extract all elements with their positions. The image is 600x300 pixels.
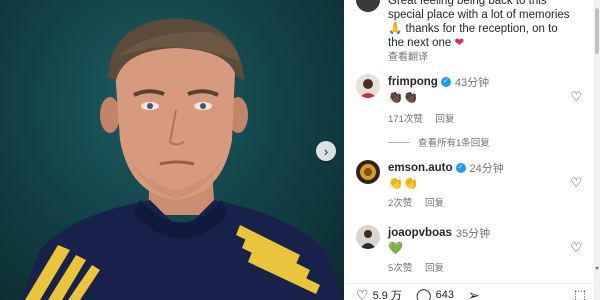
comment-likes-count[interactable]: 2次赞	[388, 198, 412, 209]
post-actions-bar: ♡ 5.9 万 ◯ 643 ➢	[356, 287, 480, 300]
heart-outline-icon[interactable]: ♡	[356, 288, 369, 300]
scrollbar[interactable]	[594, 0, 600, 300]
comment-text: 👏👏	[388, 176, 418, 190]
comment-username[interactable]: emson.auto	[388, 162, 453, 174]
avatar[interactable]	[356, 74, 380, 98]
scrollbar-thumb[interactable]	[595, 8, 599, 54]
player-portrait	[20, 18, 344, 300]
caption-line: Great feeling being back to this	[388, 0, 547, 7]
comments-count: 643	[435, 289, 454, 300]
post-photo[interactable]: ›	[0, 0, 344, 300]
view-replies-label: 查看所有1条回复	[418, 138, 490, 149]
bookmark-icon[interactable]: ⬚	[574, 287, 586, 300]
comment-text: 👏🏿👏🏿	[388, 90, 418, 104]
avatar[interactable]	[356, 160, 380, 184]
view-replies-link[interactable]: 查看所有1条回复	[388, 135, 490, 149]
divider-line	[388, 141, 410, 143]
comment-time: 43分钟	[454, 77, 490, 89]
comment-username[interactable]: joaopvboas	[388, 227, 452, 239]
comment-likes-count[interactable]: 5次赞	[388, 263, 412, 274]
verified-badge-icon: ✓	[440, 77, 451, 87]
reply-button[interactable]: 回复	[436, 114, 455, 125]
heart-outline-icon[interactable]: ♡	[570, 90, 582, 103]
post-caption: Great feeling being back to this special…	[388, 0, 588, 50]
heart-emoji-icon: ❤	[454, 37, 465, 49]
scroll-down-arrow-icon[interactable]	[595, 267, 599, 270]
heart-outline-icon[interactable]: ♡	[570, 241, 582, 254]
avatar[interactable]	[356, 225, 380, 249]
likes-count[interactable]: 5.9 万	[373, 287, 402, 300]
comment-time: 35分钟	[455, 228, 491, 240]
heart-outline-icon[interactable]: ♡	[570, 176, 582, 189]
actions-divider	[344, 283, 594, 284]
comment-likes-count[interactable]: 171次赞	[388, 114, 423, 125]
comment-bubble-icon[interactable]: ◯	[416, 288, 432, 300]
caption-line: special place with a lot of memories	[388, 9, 570, 21]
verified-badge-icon: ✓	[455, 163, 466, 173]
see-translation-link[interactable]: 查看翻译	[388, 48, 428, 63]
reply-button[interactable]: 回复	[425, 263, 444, 274]
caption-line: 🙏 thanks for the reception, on to	[388, 23, 558, 35]
chevron-right-icon: ›	[323, 143, 329, 159]
share-icon[interactable]: ➢	[468, 288, 480, 300]
author-avatar[interactable]	[356, 0, 380, 12]
comment-text: 💚	[388, 241, 403, 255]
comments-panel[interactable]: Great feeling being back to this special…	[344, 0, 600, 300]
next-image-button[interactable]: ›	[316, 141, 336, 161]
comment-username[interactable]: frimpong	[388, 76, 438, 88]
comment-time: 24分钟	[469, 163, 504, 175]
reply-button[interactable]: 回复	[425, 198, 444, 209]
